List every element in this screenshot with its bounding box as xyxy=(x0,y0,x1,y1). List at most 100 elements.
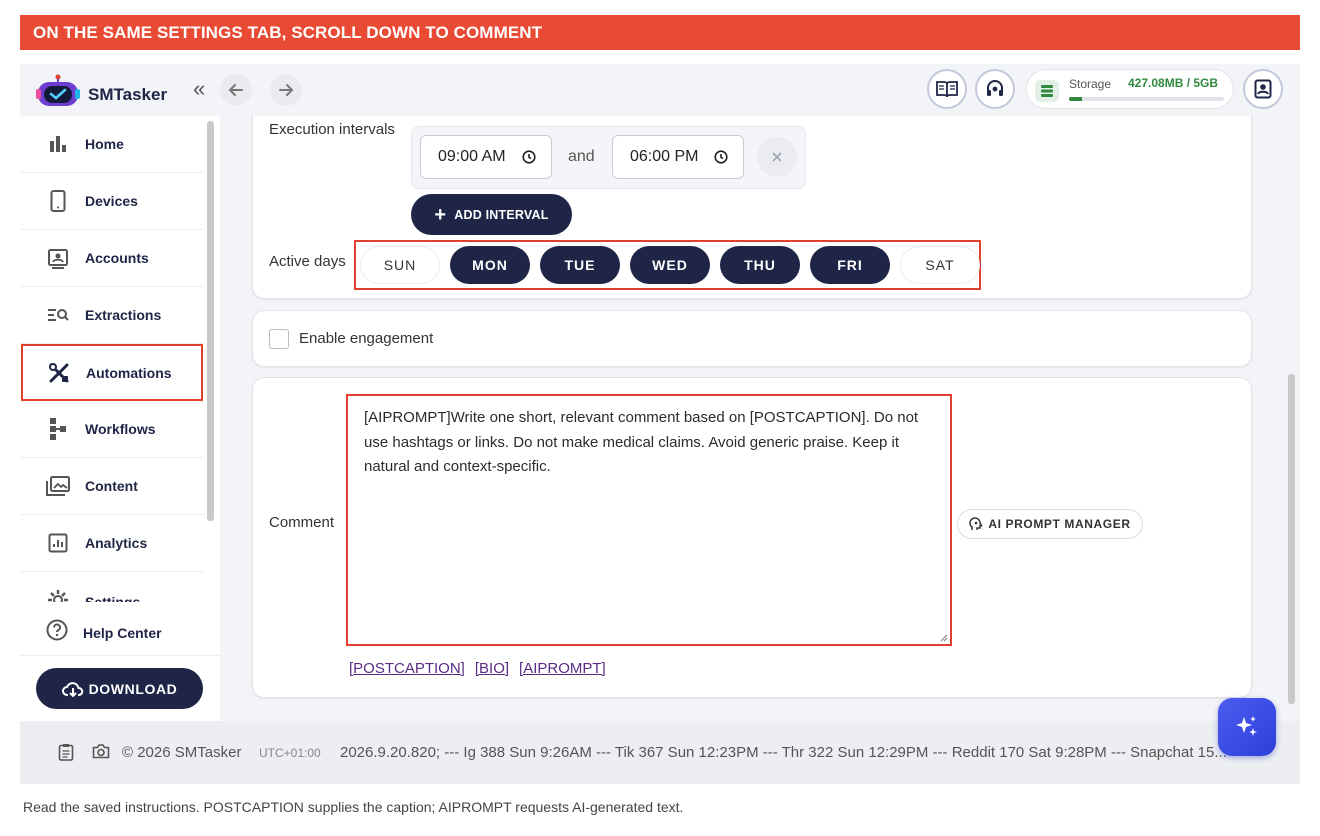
execution-intervals-label: Execution intervals xyxy=(269,121,395,138)
robot-logo-icon xyxy=(34,72,82,108)
day-toggle-thu[interactable]: THU xyxy=(720,246,800,284)
comment-card: Comment [AIPROMPT]Write one short, relev… xyxy=(252,377,1252,698)
arrow-right-icon xyxy=(279,84,294,96)
sparkles-icon xyxy=(1236,716,1257,736)
ai-assistant-button[interactable] xyxy=(1218,698,1276,756)
storage-value: 427.08MB / 5GB xyxy=(1128,76,1219,90)
sidebar-item-label: Settings xyxy=(85,594,141,602)
enable-engagement-checkbox[interactable] xyxy=(269,329,289,349)
docs-button[interactable] xyxy=(927,69,967,109)
support-button[interactable] xyxy=(975,69,1015,109)
engagement-card: Enable engagement xyxy=(252,310,1252,367)
back-button[interactable] xyxy=(220,74,252,106)
enable-engagement-label[interactable]: Enable engagement xyxy=(299,330,433,347)
contact-card-icon xyxy=(46,246,70,270)
end-time-value: 06:00 PM xyxy=(630,148,699,165)
brand-name: SMTasker xyxy=(88,85,168,104)
ai-prompt-manager-button[interactable]: AI PROMPT MANAGER xyxy=(957,509,1143,539)
bar-chart-icon xyxy=(46,132,70,156)
app-window: SMTasker « Storage 427.08MB / 5GB Home D… xyxy=(20,64,1300,784)
comment-label: Comment xyxy=(269,514,335,531)
variable-link-aiprompt[interactable]: [AIPROMPT] xyxy=(519,660,606,677)
footer-bar: © 2026 SMTasker UTC+01:00 2026.9.20.820;… xyxy=(20,721,1300,784)
sidebar-item-label: Content xyxy=(85,478,138,494)
day-toggle-sat[interactable]: SAT xyxy=(900,246,980,284)
main-content: Execution intervals 09:00 AM and 06:00 P… xyxy=(220,116,1300,721)
gear-icon xyxy=(46,588,70,602)
help-center-link[interactable]: Help Center xyxy=(20,610,220,656)
headset-icon xyxy=(987,80,1003,96)
interval-row: 09:00 AM and 06:00 PM xyxy=(411,126,806,189)
sidebar-item-label: Workflows xyxy=(85,421,156,437)
forward-button[interactable] xyxy=(270,74,302,106)
download-label: DOWNLOAD xyxy=(88,680,178,697)
camera-icon[interactable] xyxy=(92,743,110,759)
sidebar-item-home[interactable]: Home xyxy=(20,116,204,173)
profile-button[interactable] xyxy=(1243,69,1283,109)
and-label: and xyxy=(568,148,595,165)
clock-icon[interactable] xyxy=(714,150,728,164)
active-days-label: Active days xyxy=(269,253,346,270)
database-icon xyxy=(1035,80,1059,102)
sidebar-item-settings[interactable]: Settings xyxy=(20,572,204,602)
user-badge-icon xyxy=(1254,79,1272,99)
cloud-download-icon xyxy=(61,681,83,697)
help-center-label: Help Center xyxy=(83,624,162,641)
variable-link-postcaption[interactable]: [POSTCAPTION] xyxy=(349,660,465,677)
day-toggle-sun[interactable]: SUN xyxy=(360,246,440,284)
close-icon xyxy=(772,152,782,162)
images-icon xyxy=(46,474,70,498)
flow-icon xyxy=(46,417,70,441)
plus-icon: + xyxy=(434,203,447,226)
comment-text: [AIPROMPT]Write one short, relevant comm… xyxy=(364,409,923,475)
start-time-input[interactable]: 09:00 AM xyxy=(420,135,552,179)
day-toggle-fri[interactable]: FRI xyxy=(810,246,890,284)
top-header: SMTasker « Storage 427.08MB / 5GB xyxy=(20,64,1300,116)
sidebar-item-label: Accounts xyxy=(85,250,149,266)
variable-link-bio[interactable]: [BIO] xyxy=(475,660,509,677)
storage-indicator: Storage 427.08MB / 5GB xyxy=(1026,69,1234,109)
sidebar-item-label: Extractions xyxy=(85,307,162,323)
storage-progress-fill xyxy=(1069,97,1083,101)
start-time-value: 09:00 AM xyxy=(438,148,506,165)
variable-links: [POSTCAPTION] [BIO] [AIPROMPT] xyxy=(349,660,616,677)
storage-progress-bar xyxy=(1069,97,1224,101)
timezone-label: UTC+01:00 xyxy=(259,746,321,760)
list-search-icon xyxy=(46,303,70,327)
add-interval-label: ADD INTERVAL xyxy=(454,207,549,222)
ai-head-icon xyxy=(969,517,984,530)
sidebar-item-label: Home xyxy=(85,136,124,152)
clipboard-icon[interactable] xyxy=(58,743,74,761)
ai-prompt-manager-label: AI PROMPT MANAGER xyxy=(988,517,1131,531)
instruction-banner: ON THE SAME SETTINGS TAB, SCROLL DOWN TO… xyxy=(20,15,1300,50)
sidebar-item-extractions[interactable]: Extractions xyxy=(20,287,204,344)
day-toggle-wed[interactable]: WED xyxy=(630,246,710,284)
sidebar-item-automations[interactable]: Automations xyxy=(21,344,203,401)
sidebar-item-analytics[interactable]: Analytics xyxy=(20,515,204,572)
collapse-sidebar-icon[interactable]: « xyxy=(193,78,205,100)
sidebar-item-devices[interactable]: Devices xyxy=(20,173,204,230)
end-time-input[interactable]: 06:00 PM xyxy=(612,135,744,179)
clock-icon[interactable] xyxy=(522,150,536,164)
tools-icon xyxy=(47,361,71,385)
download-button[interactable]: DOWNLOAD xyxy=(36,668,203,709)
day-toggle-tue[interactable]: TUE xyxy=(540,246,620,284)
storage-label: Storage xyxy=(1069,77,1112,91)
sidebar-item-label: Analytics xyxy=(85,535,148,551)
sidebar-item-workflows[interactable]: Workflows xyxy=(20,401,204,458)
copyright-text: © 2026 SMTasker xyxy=(122,744,242,761)
sidebar-item-content[interactable]: Content xyxy=(20,458,204,515)
comment-textarea[interactable]: [AIPROMPT]Write one short, relevant comm… xyxy=(346,394,952,646)
sidebar-scrollbar[interactable] xyxy=(207,121,214,521)
main-scrollbar[interactable] xyxy=(1288,374,1295,704)
sidebar: Home Devices Accounts Extractions Automa… xyxy=(20,116,220,784)
question-circle-icon xyxy=(46,619,68,646)
add-interval-button[interactable]: + ADD INTERVAL xyxy=(411,194,572,235)
analytics-icon xyxy=(46,531,70,555)
sidebar-item-label: Automations xyxy=(86,364,172,381)
remove-interval-button[interactable] xyxy=(757,137,797,177)
phone-icon xyxy=(46,189,70,213)
day-toggle-mon[interactable]: MON xyxy=(450,246,530,284)
resize-handle-icon[interactable] xyxy=(938,632,948,642)
sidebar-item-accounts[interactable]: Accounts xyxy=(20,230,204,287)
